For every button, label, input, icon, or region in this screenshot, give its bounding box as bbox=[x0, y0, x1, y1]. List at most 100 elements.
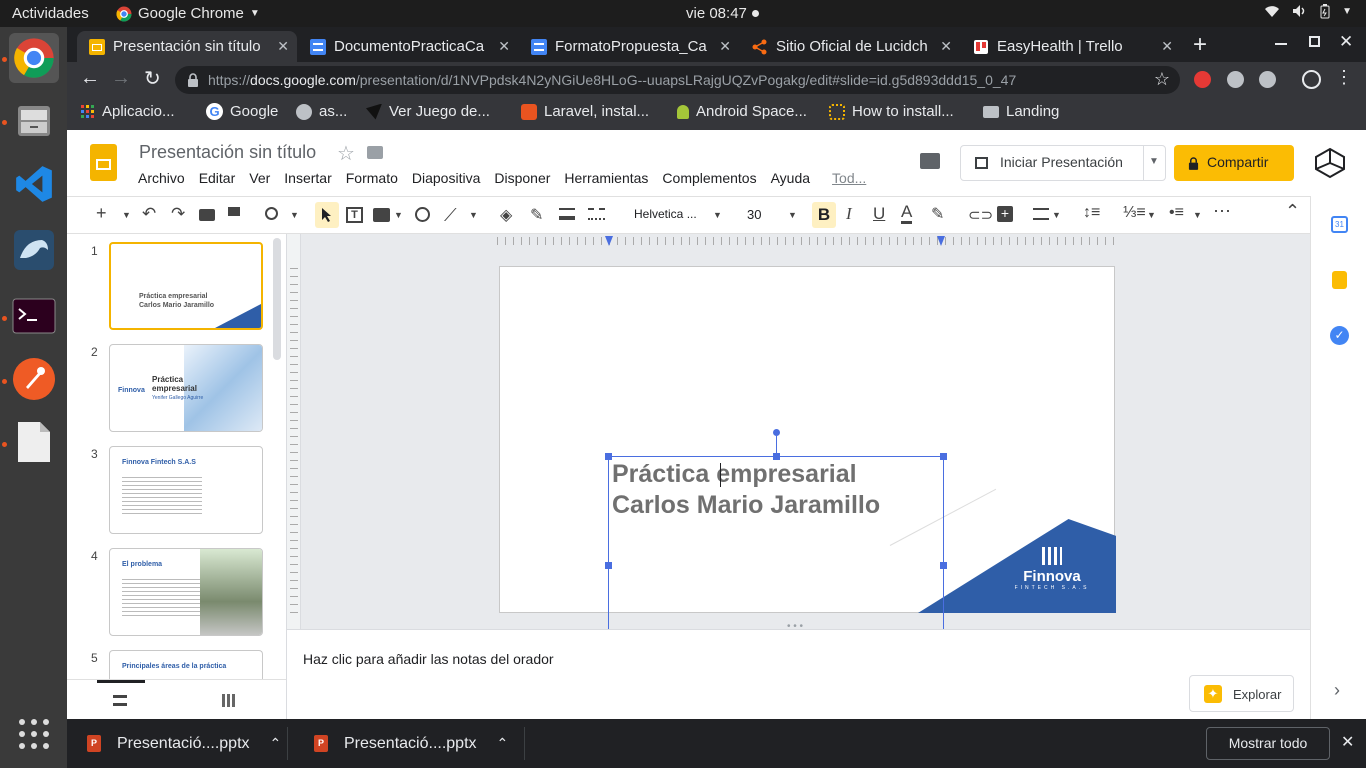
comments-icon[interactable] bbox=[920, 153, 940, 169]
menu-formato[interactable]: Formato bbox=[346, 170, 398, 186]
numbered-list-icon[interactable]: ⅓≡ bbox=[1123, 204, 1146, 222]
chevron-down-icon[interactable]: ▼ bbox=[122, 210, 131, 220]
close-icon[interactable]: ✕ bbox=[498, 38, 510, 55]
bookmark-laravel[interactable]: Laravel, instal... bbox=[521, 103, 649, 120]
close-icon[interactable]: ✕ bbox=[719, 38, 731, 55]
bookmark-apps[interactable]: Aplicacio... bbox=[81, 103, 175, 120]
align-icon[interactable] bbox=[1033, 208, 1049, 220]
bookmark-howto[interactable]: How to install... bbox=[829, 103, 954, 120]
resize-handle[interactable] bbox=[605, 453, 612, 460]
chevron-down-icon[interactable]: ▼ bbox=[713, 210, 722, 220]
line-icon[interactable]: ⟋ bbox=[444, 205, 457, 226]
close-icon[interactable]: ✕ bbox=[1341, 732, 1354, 752]
menu-archivo[interactable]: Archivo bbox=[138, 170, 185, 186]
highlight-icon[interactable]: ✎ bbox=[931, 204, 944, 224]
menu-ayuda[interactable]: Ayuda bbox=[771, 170, 810, 186]
text-box-icon[interactable]: T bbox=[346, 207, 363, 223]
resize-handle[interactable] bbox=[940, 453, 947, 460]
dock-mysql-workbench[interactable] bbox=[9, 225, 59, 275]
link-icon[interactable]: ⊂⊃ bbox=[968, 206, 993, 224]
explore-button[interactable]: ✦ Explorar bbox=[1189, 675, 1294, 712]
fill-color-icon[interactable]: ◈ bbox=[500, 205, 512, 225]
calendar-icon[interactable]: 31 bbox=[1331, 216, 1348, 233]
rotate-handle[interactable] bbox=[773, 429, 780, 436]
chevron-down-icon[interactable]: ▼ bbox=[290, 210, 299, 220]
chevron-up-icon[interactable]: ⌃ bbox=[497, 735, 509, 752]
chevron-down-icon[interactable]: ▼ bbox=[1052, 210, 1061, 220]
border-weight-icon[interactable] bbox=[559, 208, 575, 220]
download-item-2[interactable]: P Presentació....pptx ⌃ bbox=[314, 719, 508, 768]
bookmark-as[interactable]: as... bbox=[296, 103, 347, 120]
select-tool[interactable] bbox=[315, 202, 339, 228]
extension-unity-icon[interactable] bbox=[1302, 70, 1321, 89]
title-text[interactable]: Práctica empresarial Carlos Mario Jarami… bbox=[612, 459, 880, 521]
insert-comment-icon[interactable]: + bbox=[997, 206, 1013, 222]
app-menu[interactable]: Google Chrome ▼ bbox=[116, 5, 260, 22]
dock-terminal[interactable] bbox=[9, 291, 59, 341]
slides-logo-icon[interactable] bbox=[90, 144, 117, 181]
chevron-down-icon[interactable]: ▼ bbox=[1149, 156, 1159, 167]
font-size-select[interactable]: 30 bbox=[747, 207, 761, 222]
bookmark-google[interactable]: G Google bbox=[206, 103, 278, 120]
menu-kebab-icon[interactable]: ⋮ bbox=[1335, 67, 1353, 88]
system-tray[interactable]: ▼ bbox=[1264, 4, 1352, 22]
dock-document[interactable] bbox=[9, 417, 59, 467]
italic-button[interactable]: I bbox=[846, 204, 852, 224]
chevron-down-icon[interactable]: ▼ bbox=[1147, 210, 1156, 220]
unity-icon[interactable] bbox=[1314, 147, 1346, 179]
close-window-button[interactable]: ✕ bbox=[1339, 32, 1353, 52]
dock-vscode[interactable] bbox=[9, 159, 59, 209]
bold-button[interactable]: B bbox=[812, 202, 836, 228]
chevron-down-icon[interactable]: ▼ bbox=[1193, 210, 1202, 220]
zoom-icon[interactable] bbox=[265, 207, 278, 220]
underline-button[interactable]: U bbox=[873, 204, 885, 224]
close-icon[interactable]: ✕ bbox=[277, 38, 289, 55]
show-all-button[interactable]: Mostrar todo bbox=[1206, 727, 1330, 760]
menu-ver[interactable]: Ver bbox=[249, 170, 270, 186]
border-color-icon[interactable]: ✎ bbox=[530, 205, 543, 225]
menu-diapositiva[interactable]: Diapositiva bbox=[412, 170, 480, 186]
back-icon[interactable]: ← bbox=[80, 67, 100, 90]
chevron-up-icon[interactable]: ⌃ bbox=[270, 735, 282, 752]
redo-icon[interactable]: ↷ bbox=[171, 204, 185, 224]
tab-formato[interactable]: FormatoPropuesta_Ca ✕ bbox=[519, 31, 739, 62]
new-tab-button[interactable]: + bbox=[1193, 31, 1207, 59]
image-icon[interactable] bbox=[373, 208, 390, 222]
share-button[interactable]: Compartir bbox=[1174, 145, 1294, 181]
shape-icon[interactable] bbox=[415, 207, 430, 222]
present-button[interactable]: Iniciar Presentación ▼ bbox=[960, 145, 1166, 181]
list-view-icon[interactable] bbox=[113, 695, 127, 706]
speaker-notes[interactable]: Haz clic para añadir las notas del orado… bbox=[287, 629, 1310, 719]
menu-insertar[interactable]: Insertar bbox=[284, 170, 331, 186]
paint-format-icon[interactable] bbox=[228, 207, 240, 216]
slide-thumb-4[interactable]: El problema bbox=[109, 548, 263, 636]
border-dash-icon[interactable] bbox=[588, 208, 605, 220]
dock-postman[interactable] bbox=[9, 354, 59, 404]
tab-documento[interactable]: DocumentoPracticaCa ✕ bbox=[298, 31, 518, 62]
dock-files[interactable] bbox=[9, 95, 59, 145]
menu-complementos[interactable]: Complementos bbox=[662, 170, 756, 186]
clock[interactable]: vie 08:47 bbox=[686, 5, 747, 22]
close-icon[interactable]: ✕ bbox=[940, 38, 952, 55]
show-applications-button[interactable] bbox=[9, 709, 59, 759]
extension-bulb-icon[interactable] bbox=[1227, 71, 1244, 88]
tab-presentacion[interactable]: Presentación sin título ✕ bbox=[77, 31, 297, 62]
current-slide[interactable]: Finnova FINTECH S.A.S Práctica empresari… bbox=[499, 266, 1116, 636]
slide-thumb-1[interactable]: Práctica empresarial Carlos Mario Jarami… bbox=[109, 242, 263, 330]
folder-icon[interactable] bbox=[367, 146, 383, 159]
new-slide-button[interactable]: + bbox=[96, 203, 107, 224]
bulleted-list-icon[interactable]: •≡ bbox=[1169, 204, 1184, 222]
address-bar[interactable]: https://docs.google.com/presentation/d/1… bbox=[175, 66, 1180, 94]
line-spacing-icon[interactable]: ↕≡ bbox=[1083, 204, 1100, 222]
maximize-button[interactable] bbox=[1309, 36, 1320, 47]
slide-thumb-3[interactable]: Finnova Fintech S.A.S bbox=[109, 446, 263, 534]
slide-thumb-5[interactable]: Principales áreas de la práctica bbox=[109, 650, 263, 680]
grid-view-icon[interactable] bbox=[222, 694, 235, 707]
resize-handle[interactable] bbox=[773, 453, 780, 460]
menu-last-edit[interactable]: Tod... bbox=[832, 170, 866, 186]
tab-trello[interactable]: EasyHealth | Trello ✕ bbox=[961, 31, 1181, 62]
tab-lucidchart[interactable]: Sitio Oficial de Lucidch ✕ bbox=[740, 31, 960, 62]
keep-icon[interactable] bbox=[1332, 271, 1347, 289]
chevron-down-icon[interactable]: ▼ bbox=[394, 210, 403, 220]
document-title[interactable]: Presentación sin título bbox=[139, 142, 316, 163]
